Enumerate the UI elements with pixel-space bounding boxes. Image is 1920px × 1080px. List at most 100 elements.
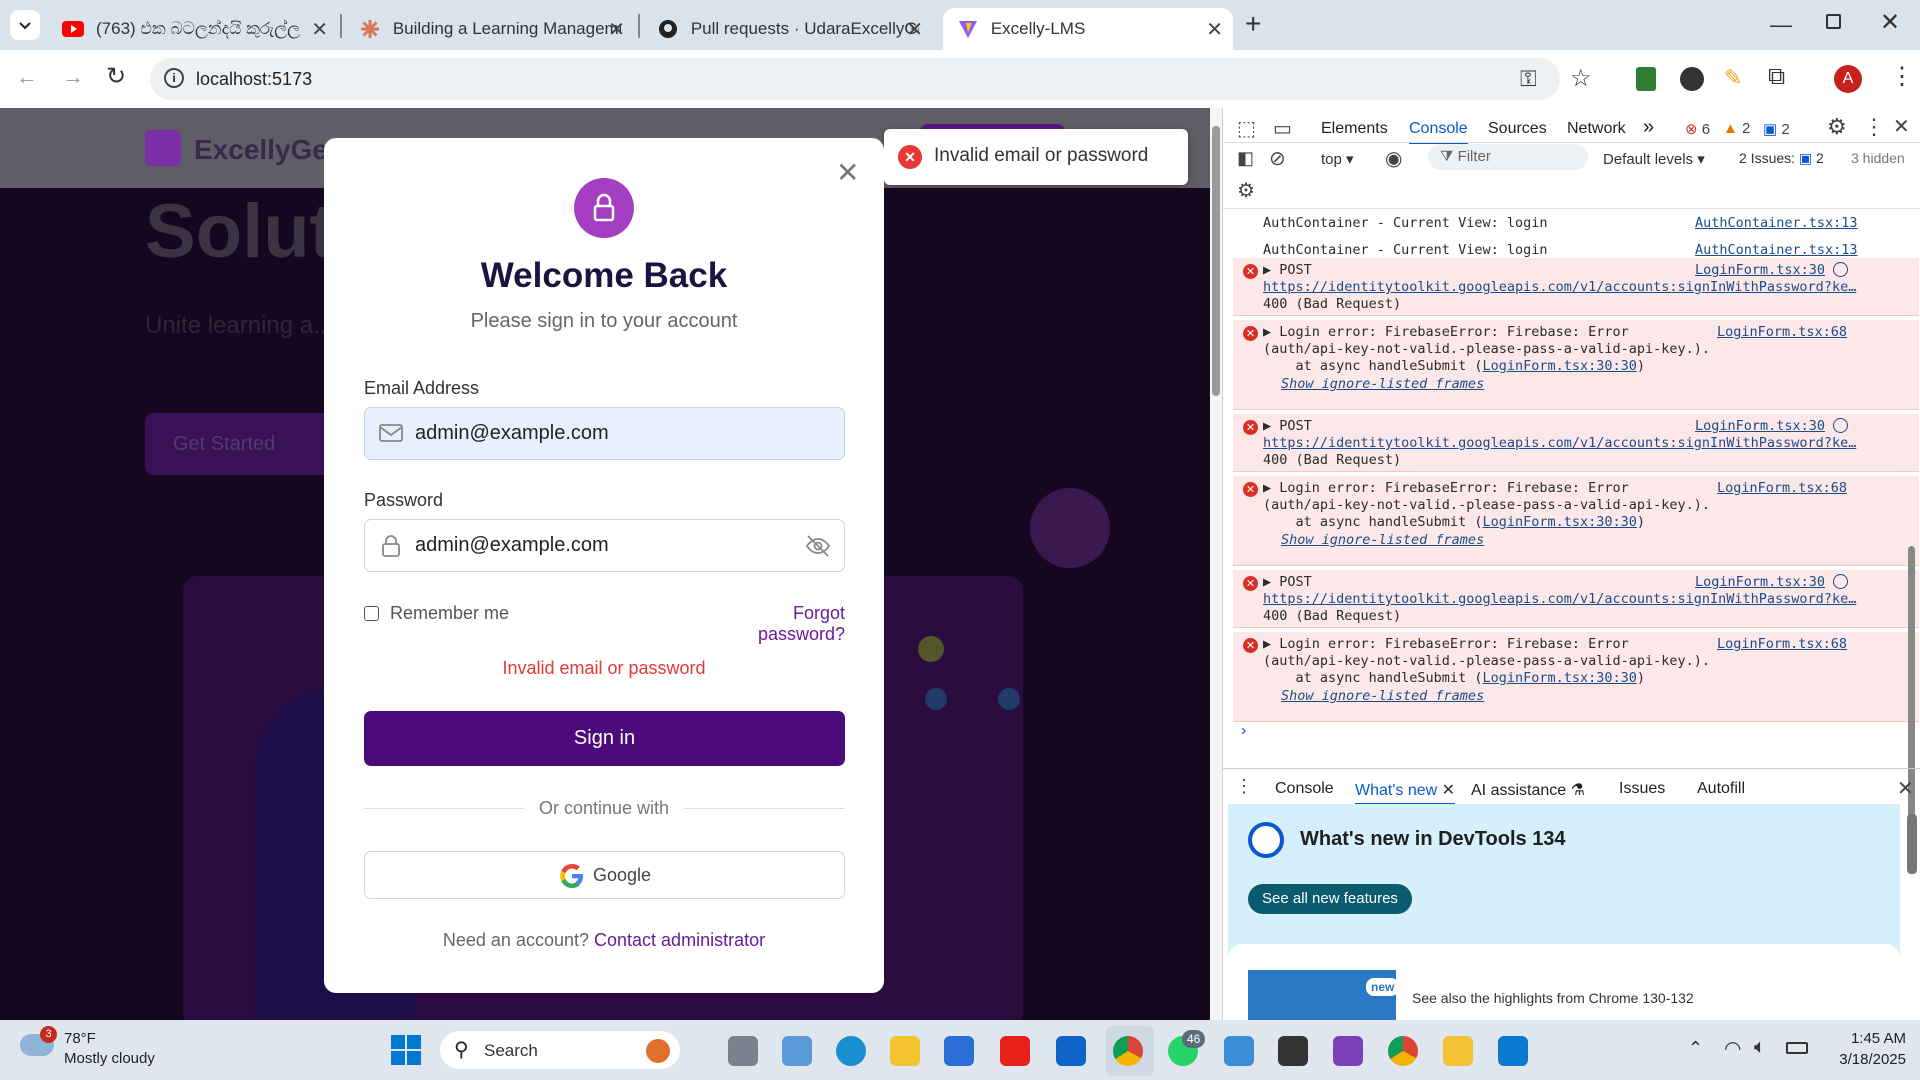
eye-off-icon[interactable] [805,534,831,564]
drawer-tab-autofill[interactable]: Autofill [1697,780,1745,798]
email-field[interactable]: admin@example.com [364,407,845,460]
devtools-tab-console[interactable]: Console [1409,120,1468,144]
show-ignore-listed-frames-link[interactable]: Show ignore-listed frames [1281,688,1484,704]
see-all-features-button[interactable]: See all new features [1248,884,1412,914]
show-ignore-listed-frames-link[interactable]: Show ignore-listed frames [1281,376,1484,392]
paint-tool-icon[interactable] [1443,1036,1473,1066]
console-source-link[interactable]: AuthContainer.tsx:13 [1695,242,1858,258]
console-error-entry[interactable]: ✕ ▶ Login error: FirebaseError: Firebase:… [1233,476,1919,566]
network-request-icon[interactable] [1833,574,1848,589]
drawer-tab-ai-assistance[interactable]: AI assistance ⚗ [1471,780,1585,800]
more-tabs-icon[interactable]: » [1643,116,1654,139]
file-explorer-icon[interactable] [890,1036,920,1066]
extension-icon[interactable] [1636,67,1656,91]
inspect-element-icon[interactable]: ⬚ [1237,116,1256,141]
devtools-tab-elements[interactable]: Elements [1321,120,1388,138]
browser-tab[interactable]: Pull requests · UdaraExcellyGen ✕ [643,8,933,50]
scrollbar-thumb[interactable] [1212,126,1220,396]
drawer-tab-issues[interactable]: Issues [1619,780,1665,798]
bookmark-star-icon[interactable]: ☆ [1570,64,1592,93]
remember-me-label[interactable]: Remember me [390,603,509,624]
password-key-icon[interactable]: ⚿ [1520,66,1537,92]
close-drawer-icon[interactable]: ✕ [1897,776,1914,801]
error-heading[interactable]: ▶ POST [1263,418,1312,434]
console-source-link[interactable]: LoginForm.tsx:68 [1717,636,1847,652]
error-heading[interactable]: ▶ Login error: FirebaseError: Firebase: … [1263,636,1629,652]
console-error-entry[interactable]: ✕ ▶ Login error: FirebaseError: Firebase:… [1233,632,1919,722]
live-expression-eye-icon[interactable]: ◉ [1385,146,1402,171]
device-toolbar-icon[interactable]: ▭ [1273,116,1292,141]
network-request-icon[interactable] [1833,418,1848,433]
console-prompt[interactable]: › [1241,722,1246,740]
extension-icon[interactable]: ✎ [1724,65,1742,91]
wifi-icon[interactable]: ◠ [1724,1036,1741,1061]
extensions-puzzle-icon[interactable]: ⧉ [1768,63,1785,91]
browser-menu-icon[interactable]: ⋮ [1890,62,1914,91]
back-button[interactable]: ← [16,64,38,90]
network-request-icon[interactable] [1833,262,1848,277]
close-devtools-icon[interactable]: ✕ [1893,114,1910,139]
taskbar-search[interactable]: ⚲ Search [440,1031,680,1069]
console-source-link[interactable]: LoginForm.tsx:68 [1717,324,1847,340]
visual-studio-icon[interactable] [1333,1036,1363,1066]
page-scrollbar[interactable] [1210,108,1222,1020]
edge-icon[interactable] [836,1036,866,1066]
url-text[interactable]: localhost:5173 [196,69,312,90]
error-heading[interactable]: ▶ POST [1263,262,1312,278]
outlook-icon[interactable] [1056,1036,1086,1066]
weather-widget[interactable]: 3 78°F Mostly cloudy [20,1026,170,1072]
show-hidden-icons-chevron[interactable]: ⌃ [1688,1038,1703,1059]
address-bar[interactable]: i localhost:5173 ⚿ ☆ [150,58,1592,100]
error-heading[interactable]: ▶ Login error: FirebaseError: Firebase: … [1263,480,1629,496]
notepad-icon[interactable] [1224,1036,1254,1066]
remember-me-checkbox[interactable] [364,606,379,621]
close-tab-icon[interactable]: ✕ [1442,782,1455,799]
drawer-tab-console[interactable]: Console [1275,780,1334,798]
console-error-entry[interactable]: ✕ ▶ POST LoginForm.tsx:30 https://identityt… [1233,258,1919,316]
request-url-link[interactable]: https://identitytoolkit.googleapis.com/v… [1263,279,1856,295]
stack-source-link[interactable]: LoginForm.tsx:30:30 [1482,670,1636,686]
start-windows-icon[interactable] [391,1035,421,1065]
stack-source-link[interactable]: LoginForm.tsx:30:30 [1482,358,1636,374]
devtools-menu-icon[interactable]: ⋮ [1863,114,1885,140]
message-count-badge[interactable]: ▣ 2 [1763,120,1790,138]
close-window-button[interactable]: ✕ [1880,8,1900,37]
profile-avatar[interactable]: A [1834,65,1862,93]
browser-tab[interactable]: (763) එක බටලන්දයි කුරුල්ල ✕ [48,8,338,50]
contact-admin-link[interactable]: Contact administrator [594,930,765,950]
tab-search-button[interactable] [10,10,40,40]
devtools-tab-sources[interactable]: Sources [1488,120,1547,138]
error-heading[interactable]: ▶ Login error: FirebaseError: Firebase: … [1263,324,1629,340]
show-ignore-listed-frames-link[interactable]: Show ignore-listed frames [1281,532,1484,548]
console-error-entry[interactable]: ✕ ▶ Login error: FirebaseError: Firebase:… [1233,320,1919,410]
microsoft-store-icon[interactable] [944,1036,974,1066]
restore-window-button[interactable] [1826,14,1841,29]
minimize-window-button[interactable]: — [1770,12,1792,38]
clock-time[interactable]: 1:45 AM [1822,1030,1906,1047]
stack-source-link[interactable]: LoginForm.tsx:30:30 [1482,514,1636,530]
console-filter-input[interactable]: ⧩ Filter [1428,144,1588,170]
browser-tab[interactable]: Building a Learning Manageme ✕ [345,8,635,50]
extension-icon[interactable] [1680,67,1704,91]
issues-counter[interactable]: 2 Issues: ▣ 2 [1739,150,1824,167]
new-tab-button[interactable]: + [1245,8,1261,40]
console-source-link[interactable]: LoginForm.tsx:30 [1695,418,1825,434]
forward-button[interactable]: → [62,64,84,90]
context-selector[interactable]: top ▾ [1321,150,1354,168]
task-view-icon[interactable] [728,1036,758,1066]
reload-button[interactable]: ↻ [106,62,126,91]
battery-icon[interactable] [1786,1042,1808,1054]
error-count-badge[interactable]: ⊗ 6 [1685,120,1710,138]
clear-console-icon[interactable]: ⊘ [1269,146,1286,171]
youtube-app-icon[interactable] [1000,1036,1030,1066]
warning-count-badge[interactable]: ▲ 2 [1723,120,1750,137]
volume-icon[interactable]: 🔈︎ [1754,1036,1766,1059]
sidebar-toggle-icon[interactable]: ◧ [1237,148,1254,169]
console-source-link[interactable]: LoginForm.tsx:30 [1695,574,1825,590]
google-signin-button[interactable]: Google [364,851,845,899]
site-info-icon[interactable]: i [164,68,184,88]
clock-date[interactable]: 3/18/2025 [1822,1051,1906,1068]
highlights-card[interactable]: new See also the highlights from Chrome … [1228,944,1900,1020]
devtools-tab-network[interactable]: Network [1567,120,1626,138]
log-levels-dropdown[interactable]: Default levels ▾ [1603,150,1705,168]
